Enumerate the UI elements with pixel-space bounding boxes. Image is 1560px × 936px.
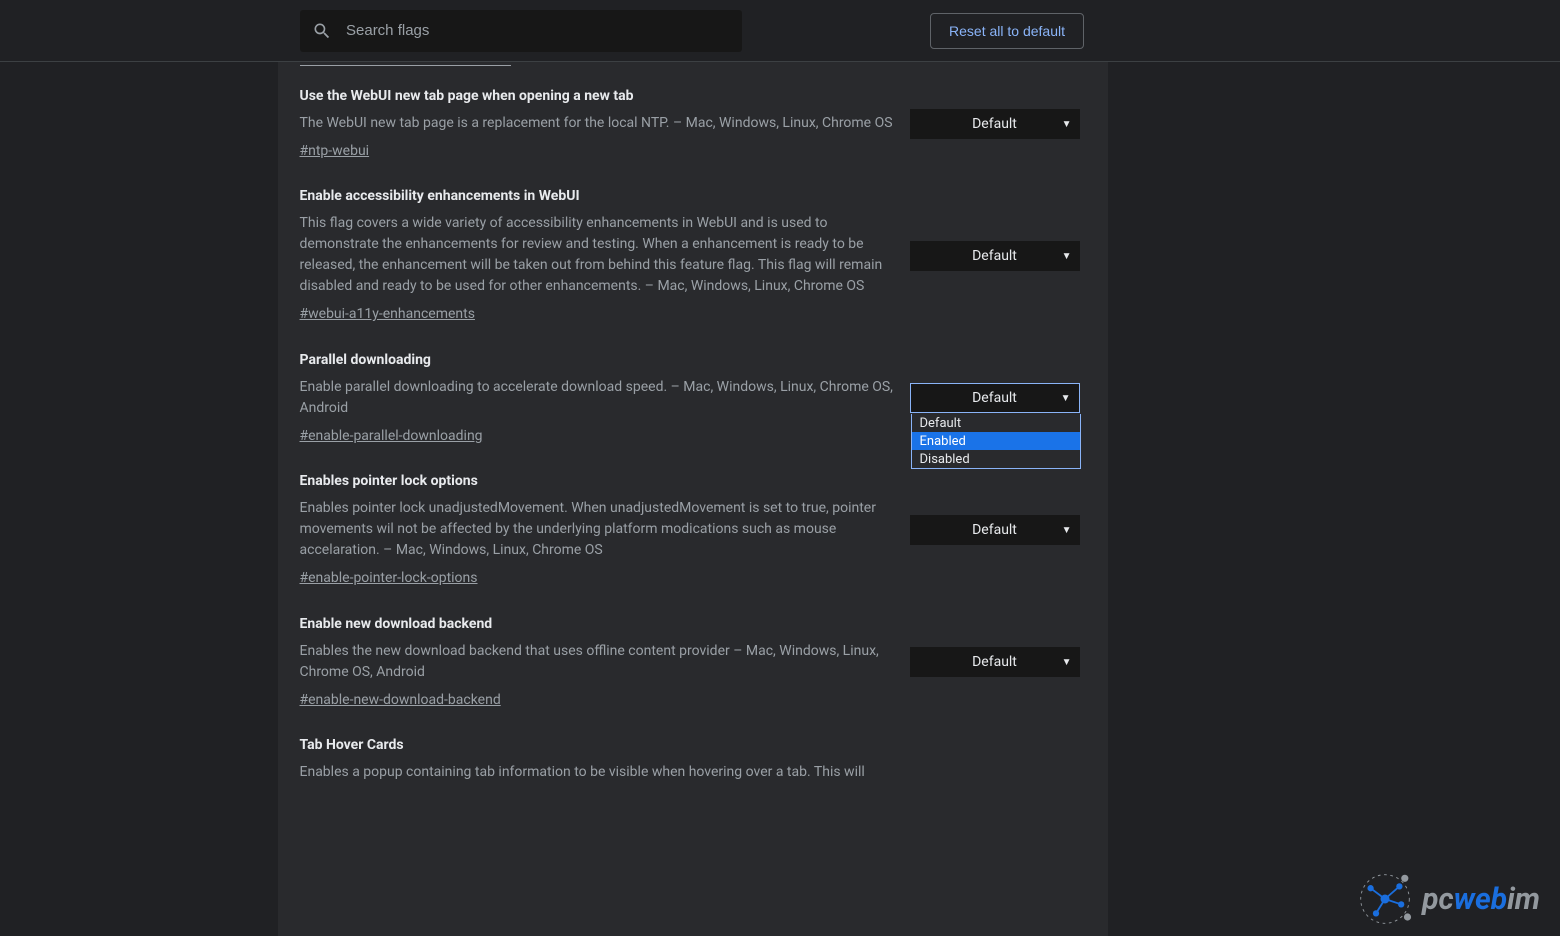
watermark-text: pcwebim [1422,882,1540,917]
search-container[interactable] [300,10,742,52]
flag-description: This flag covers a wide variety of acces… [300,213,896,297]
flag-control: Default ▼ [910,86,1086,162]
flag-text: Use the WebUI new tab page when opening … [300,86,896,162]
reset-all-button[interactable]: Reset all to default [930,13,1084,49]
flag-permalink[interactable]: #enable-new-download-backend [300,692,501,708]
flag-select-value: Default [972,390,1017,406]
flag-select[interactable]: Default▼DefaultEnabledDisabled [910,383,1080,413]
flag-permalink[interactable]: #webui-a11y-enhancements [300,306,475,322]
flag-select-value: Default [972,248,1017,264]
flag-row: Parallel downloading Enable parallel down… [278,326,1108,447]
flag-permalink[interactable]: #enable-pointer-lock-options [300,570,478,586]
flag-description: Enables a popup containing tab informati… [300,762,896,783]
flag-permalink[interactable]: #ntp-webui [300,143,370,159]
flag-text: Enable accessibility enhancements in Web… [300,186,896,325]
flag-title: Tab Hover Cards [300,735,896,756]
flag-description: Enables pointer lock unadjustedMovement.… [300,498,896,561]
network-icon [1358,872,1412,926]
flag-select-value: Default [972,654,1017,670]
search-input[interactable] [346,22,730,39]
flag-control: Default ▼ [910,614,1086,711]
flag-title: Parallel downloading [300,350,896,371]
dropdown-option[interactable]: Enabled [912,432,1080,450]
flag-select-value: Default [972,116,1017,132]
flag-select-value: Default [972,522,1017,538]
flag-title: Enable accessibility enhancements in Web… [300,186,896,207]
flag-row: Enable new download backend Enables the n… [278,590,1108,711]
dropdown-option[interactable]: Disabled [912,450,1080,468]
flag-row: Tab Hover Cards Enables a popup containin… [278,711,1108,789]
flag-permalink[interactable]: #enable-parallel-downloading [300,428,483,444]
chevron-down-icon: ▼ [1062,251,1072,262]
chevron-down-icon: ▼ [1062,525,1072,536]
dropdown-option[interactable]: Default [912,414,1080,432]
flag-row: Use the WebUI new tab page when opening … [278,62,1108,162]
chevron-down-icon: ▼ [1061,393,1071,404]
watermark: pcwebim [1358,872,1540,926]
flag-select[interactable]: Default ▼ [910,647,1080,677]
flag-select-dropdown: DefaultEnabledDisabled [911,414,1081,469]
flags-panel: Use the WebUI new tab page when opening … [278,62,1108,936]
flag-control: Default ▼ [910,471,1086,589]
flag-description: The WebUI new tab page is a replacement … [300,113,896,134]
flag-control [1080,735,1086,789]
flag-control: Default▼DefaultEnabledDisabled [910,350,1086,447]
flag-title: Enables pointer lock options [300,471,896,492]
flag-row: Enable accessibility enhancements in Web… [278,162,1108,325]
header-bar: Reset all to default [0,0,1560,62]
flag-control: Default ▼ [910,186,1086,325]
flag-select[interactable]: Default ▼ [910,515,1080,545]
flag-text: Enables pointer lock options Enables poin… [300,471,896,589]
chevron-down-icon: ▼ [1062,657,1072,668]
flag-select[interactable]: Default ▼ [910,241,1080,271]
flag-title: Enable new download backend [300,614,896,635]
flag-description: Enables the new download backend that us… [300,641,896,683]
flag-select[interactable]: Default ▼ [910,109,1080,139]
flag-text: Parallel downloading Enable parallel down… [300,350,896,447]
flag-title: Use the WebUI new tab page when opening … [300,86,896,107]
flag-text: Enable new download backend Enables the n… [300,614,896,711]
chevron-down-icon: ▼ [1062,119,1072,130]
cutoff-previous-flag-link [300,62,511,66]
content-outer: Use the WebUI new tab page when opening … [0,62,1560,936]
flag-text: Tab Hover Cards Enables a popup containin… [300,735,896,789]
search-icon [312,21,332,41]
flag-description: Enable parallel downloading to accelerat… [300,377,896,419]
